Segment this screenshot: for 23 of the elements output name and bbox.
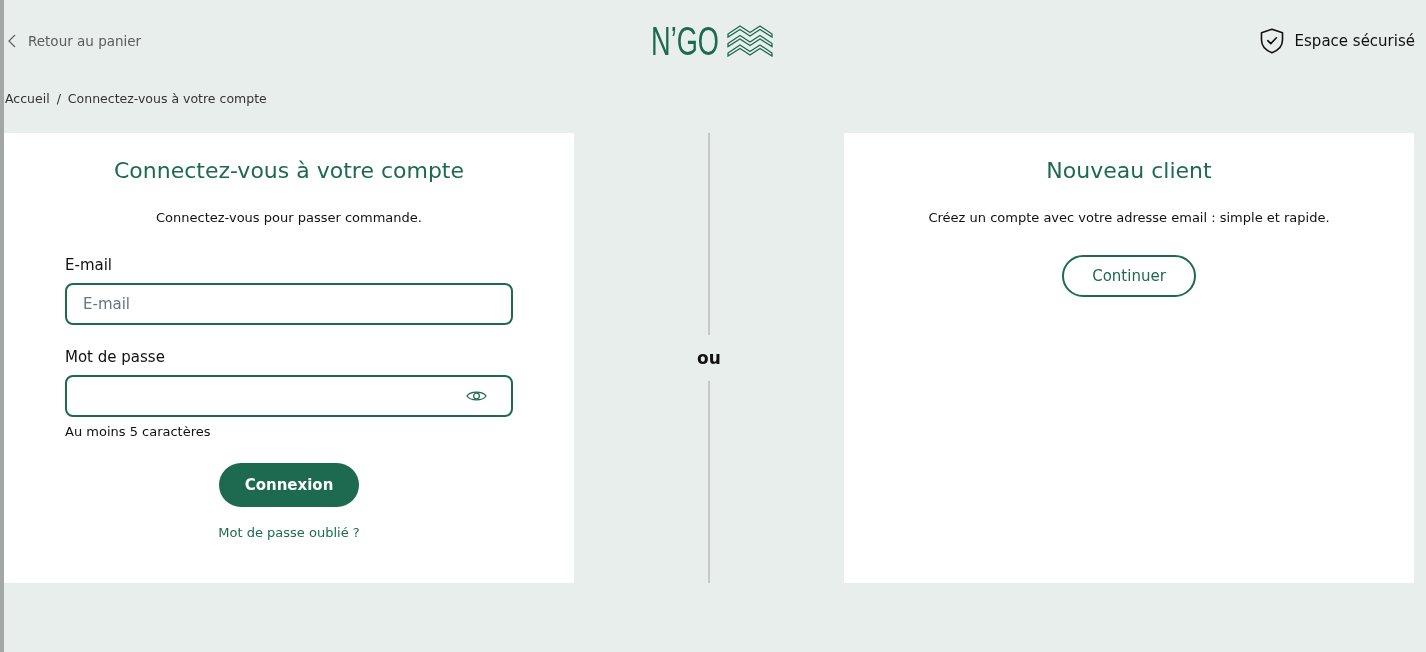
eye-icon[interactable] bbox=[466, 389, 487, 403]
login-subtitle: Connectez-vous pour passer commande. bbox=[156, 209, 422, 227]
continue-button[interactable]: Continuer bbox=[1062, 255, 1196, 297]
signup-title: Nouveau client bbox=[1046, 157, 1212, 185]
email-field[interactable]: E-mail bbox=[65, 283, 513, 325]
secure-area-label: Espace sécurisé bbox=[1294, 32, 1415, 50]
chevron-left-icon bbox=[8, 34, 16, 48]
forgot-password-link[interactable]: Mot de passe oublié ? bbox=[218, 524, 360, 542]
login-button[interactable]: Connexion bbox=[219, 463, 359, 507]
back-link[interactable]: Retour au panier bbox=[8, 33, 142, 49]
shield-check-icon bbox=[1259, 28, 1284, 54]
breadcrumb-separator: / bbox=[56, 90, 61, 106]
breadcrumb-current: Connectez-vous à votre compte bbox=[67, 90, 267, 106]
login-title: Connectez-vous à votre compte bbox=[113, 157, 465, 185]
breadcrumb-link[interactable]: Accueil bbox=[5, 90, 50, 106]
divider-label: ou bbox=[697, 348, 721, 368]
password-label: Mot de passe bbox=[65, 347, 166, 367]
logo-text: N’GO bbox=[650, 21, 719, 61]
signup-subtitle: Créez un compte avec votre adresse email : simple et rapide. bbox=[928, 209, 1330, 227]
email-label: E-mail bbox=[65, 255, 114, 275]
password-field[interactable] bbox=[65, 375, 513, 417]
password-hint: Au moins 5 caractères bbox=[65, 423, 212, 441]
waves-icon bbox=[726, 25, 773, 57]
